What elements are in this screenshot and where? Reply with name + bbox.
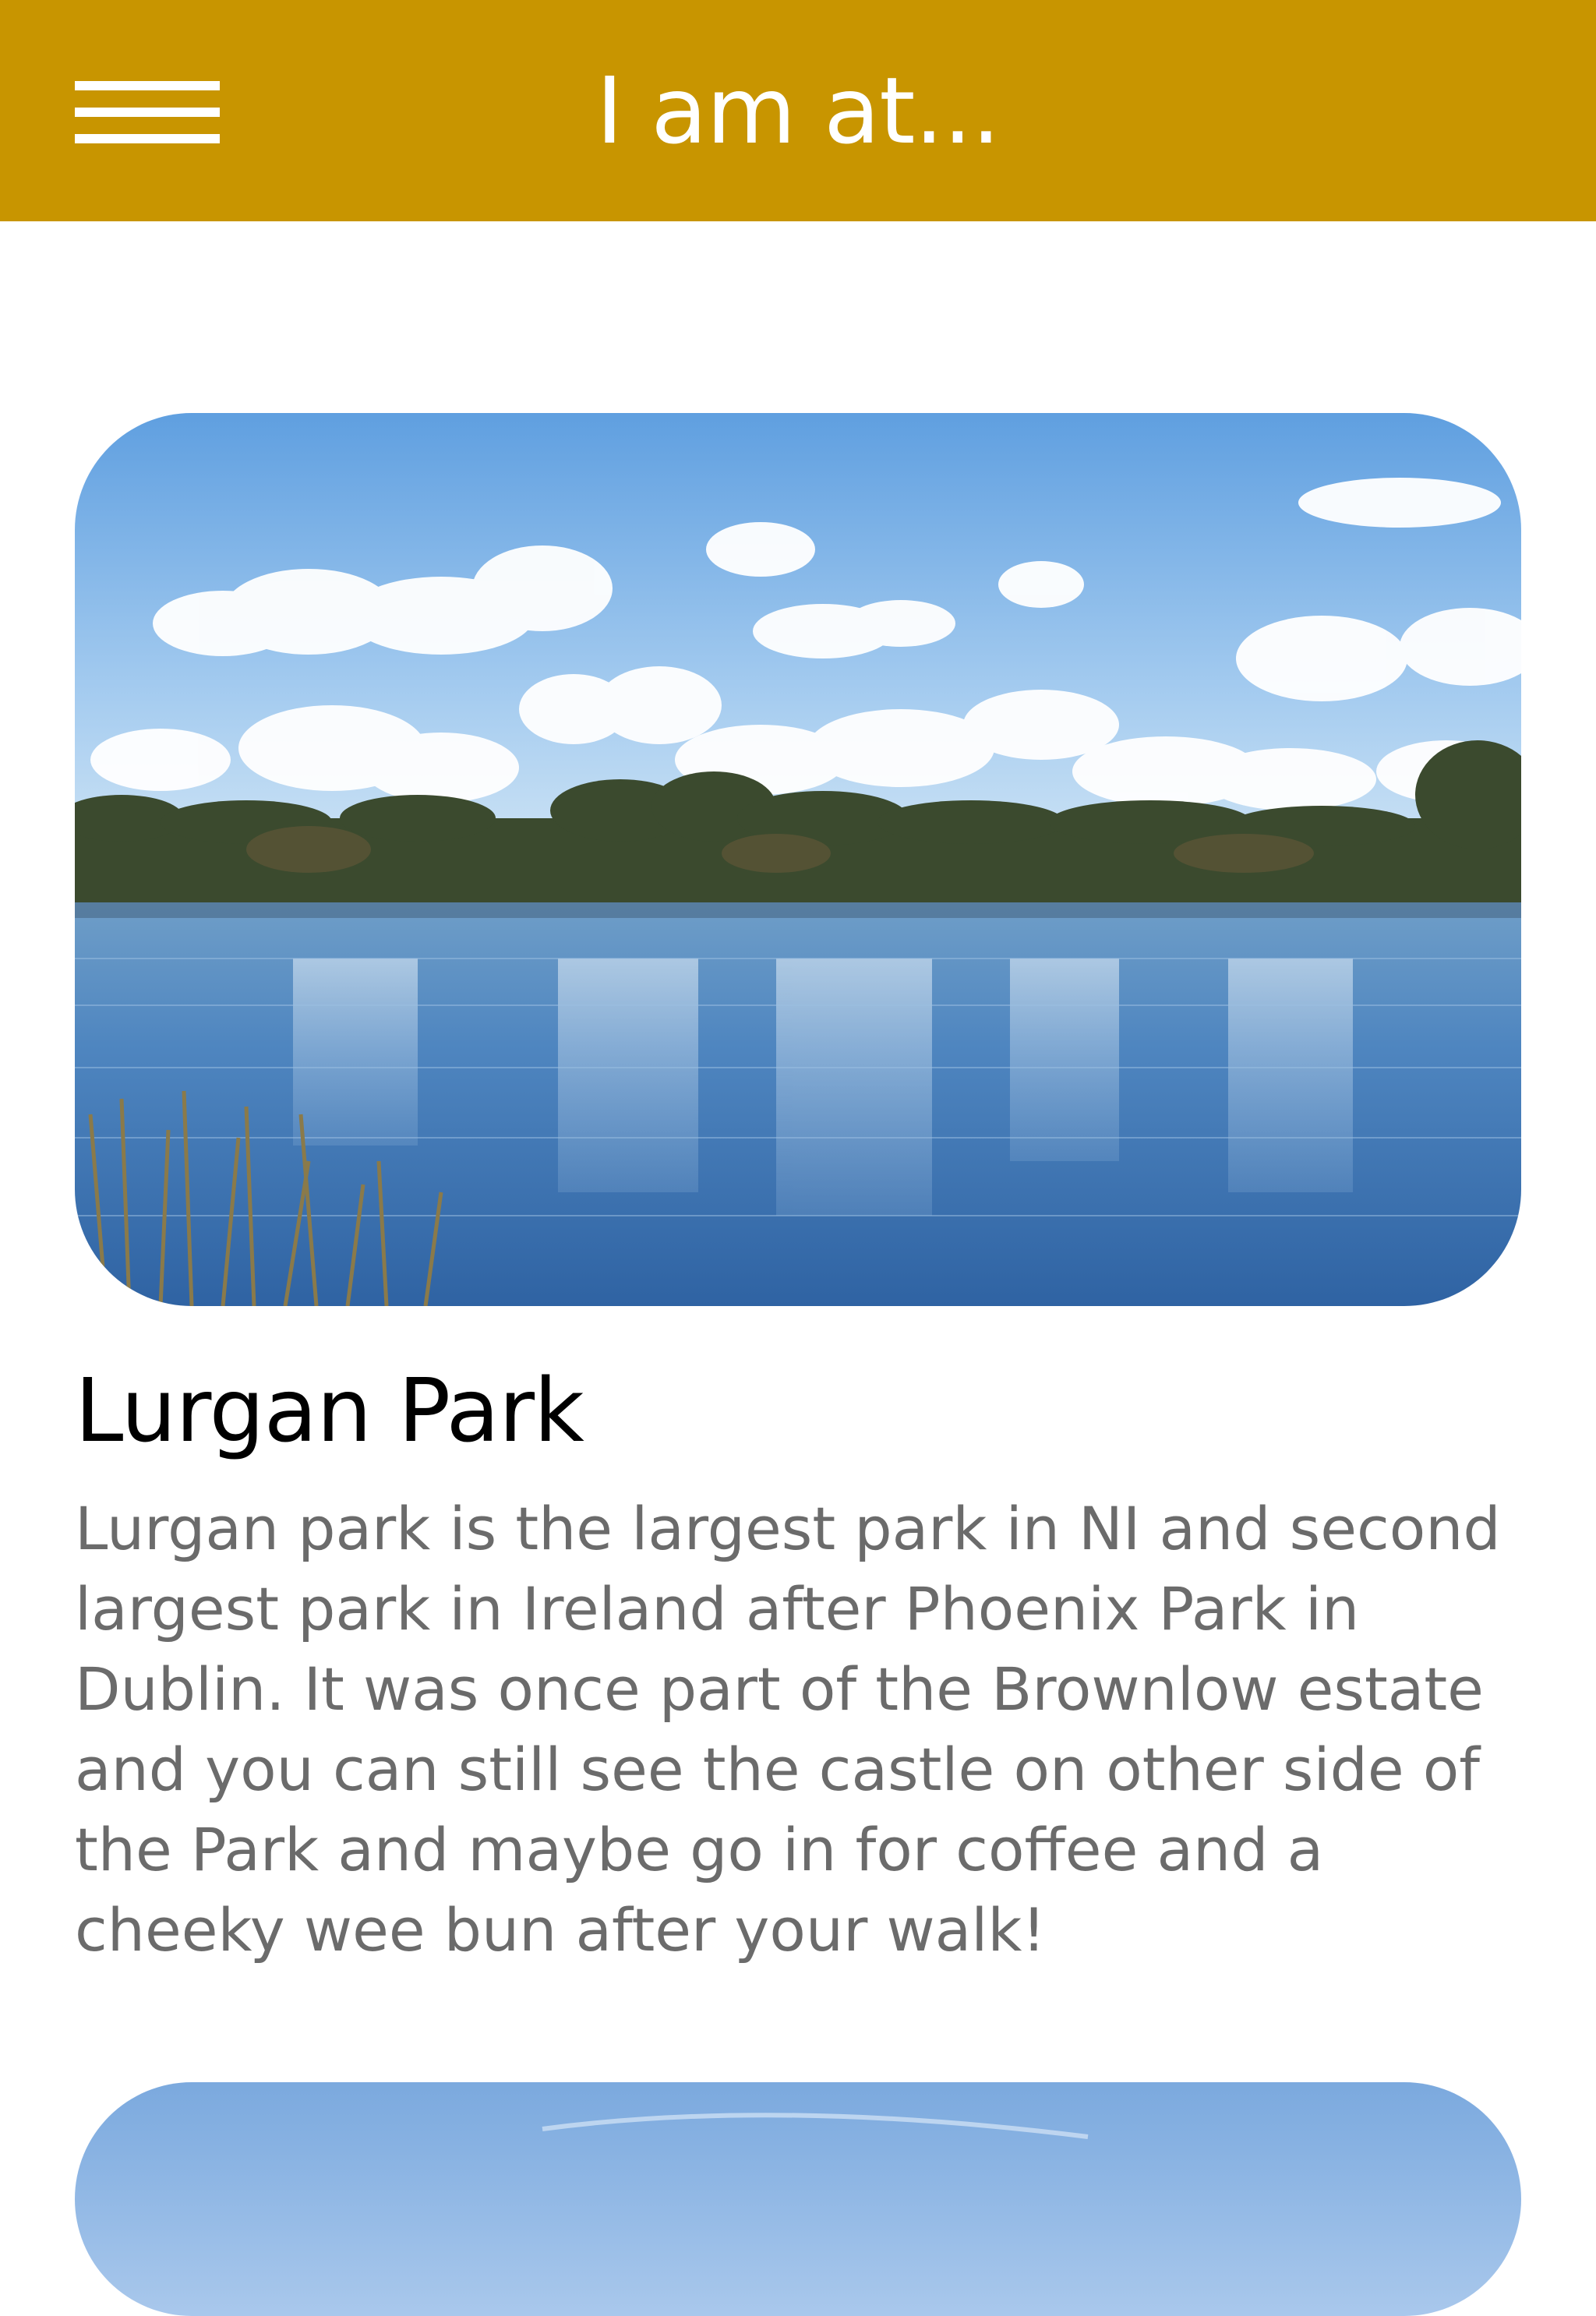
menu-button[interactable] — [75, 75, 220, 150]
place-image[interactable] — [75, 413, 1521, 1306]
place-card[interactable]: Lurgan Park Lurgan park is the largest p… — [75, 413, 1521, 1965]
place-card-next[interactable] — [75, 2082, 1521, 2316]
app-title: I am at... — [595, 57, 1001, 164]
place-title: Lurgan Park — [75, 1361, 584, 1462]
hamburger-menu-icon — [75, 81, 220, 143]
app-bar: I am at... — [0, 0, 1596, 221]
place-description: Lurgan park is the largest park in NI an… — [75, 1494, 1501, 1965]
